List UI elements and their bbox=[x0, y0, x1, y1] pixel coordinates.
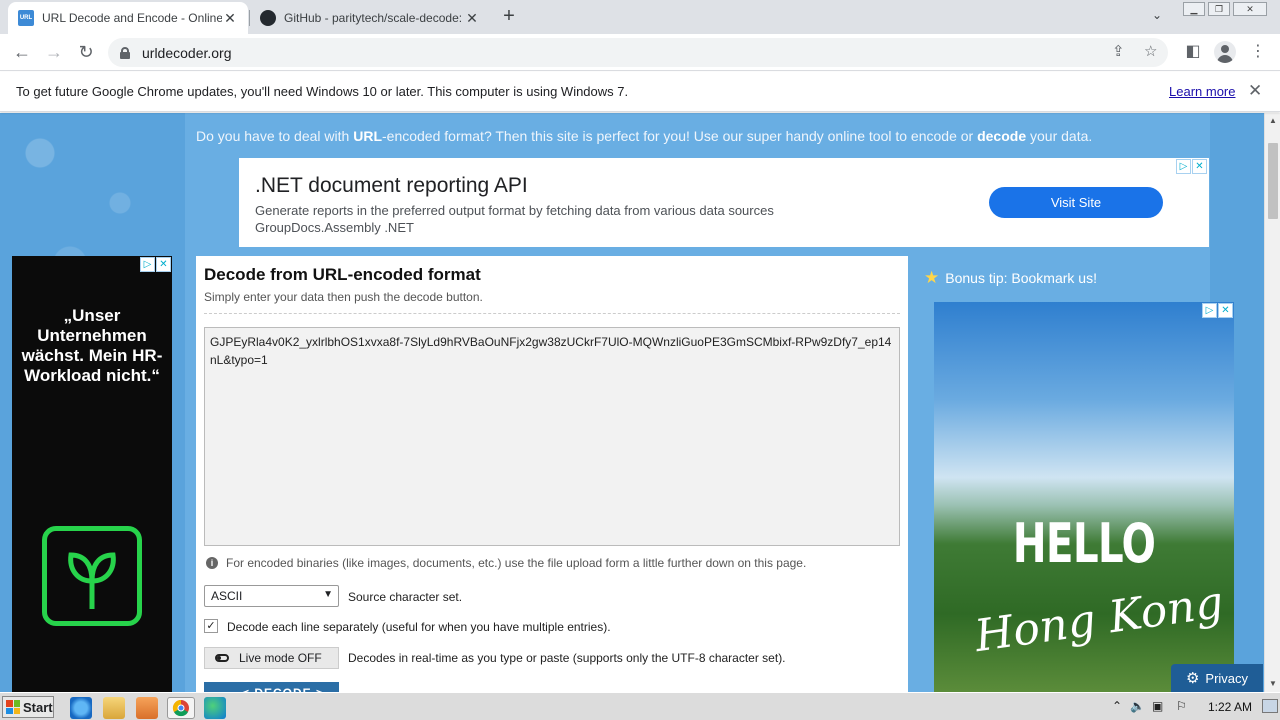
tab-urldecoder[interactable]: URL URL Decode and Encode - Online ✕ bbox=[8, 2, 248, 34]
tab-title: URL Decode and Encode - Online bbox=[42, 11, 222, 25]
ad-close-icon[interactable]: ✕ bbox=[1218, 303, 1233, 318]
tab-github[interactable]: GitHub - paritytech/scale-decode: De ✕ bbox=[250, 2, 490, 34]
decode-each-line-label: Decode each line separately (useful for … bbox=[227, 620, 611, 634]
chrome-taskbar-button[interactable] bbox=[167, 697, 195, 719]
binary-info: i For encoded binaries (like images, doc… bbox=[206, 556, 806, 570]
infobar-message: To get future Google Chrome updates, you… bbox=[16, 84, 629, 99]
page-title: Decode from URL-encoded format bbox=[204, 265, 481, 284]
star-icon: ★ bbox=[924, 268, 940, 287]
menu-icon[interactable]: ⋮ bbox=[1246, 41, 1270, 61]
visit-site-button[interactable]: Visit Site bbox=[989, 187, 1163, 218]
right-ad-banner[interactable]: ▷ ✕ HELLO Hong Kong bbox=[934, 302, 1234, 692]
windows-logo-icon bbox=[6, 700, 20, 714]
github-icon bbox=[260, 10, 276, 26]
scroll-thumb[interactable] bbox=[1268, 143, 1278, 219]
close-infobar-icon[interactable]: ✕ bbox=[1248, 81, 1262, 101]
scroll-up-icon[interactable]: ▲ bbox=[1265, 113, 1280, 129]
page-subtitle: Simply enter your data then push the dec… bbox=[204, 290, 483, 304]
url-text: urldecoder.org bbox=[142, 44, 232, 61]
show-desktop-button[interactable] bbox=[1262, 699, 1278, 713]
ad-script-text: Hong Kong bbox=[971, 576, 1227, 663]
lock-icon[interactable] bbox=[120, 46, 130, 59]
file-explorer-icon[interactable] bbox=[103, 697, 125, 719]
tab-title: GitHub - paritytech/scale-decode: De bbox=[284, 11, 464, 25]
divider bbox=[204, 313, 900, 314]
minimize-button[interactable]: ▁ bbox=[1183, 2, 1205, 16]
profile-avatar[interactable] bbox=[1214, 41, 1236, 63]
gear-icon: ⚙ bbox=[1185, 670, 1200, 687]
restore-button[interactable]: ❐ bbox=[1208, 2, 1230, 16]
info-icon: i bbox=[206, 557, 218, 569]
windows-taskbar: Start ⌃ 🔈 ▣ ⚐ 1:22 AM bbox=[0, 692, 1280, 720]
share-icon[interactable]: ⇪ bbox=[1112, 42, 1125, 60]
live-mode-label: Decodes in real-time as you type or past… bbox=[348, 651, 786, 665]
media-player-icon[interactable] bbox=[136, 697, 158, 719]
start-button[interactable]: Start bbox=[2, 696, 54, 718]
flag-icon[interactable]: ⚐ bbox=[1176, 699, 1187, 713]
decode-input-textarea[interactable]: GJPEyRla4v0K2_yxlrlbhOS1xvxa8f-7SlyLd9hR… bbox=[204, 327, 900, 546]
new-tab-button[interactable]: + bbox=[498, 6, 520, 28]
toggle-icon bbox=[215, 654, 229, 662]
internet-explorer-icon[interactable] bbox=[70, 697, 92, 719]
decode-button[interactable]: < DECODE > bbox=[204, 682, 339, 692]
ad-headline: HELLO bbox=[1012, 512, 1156, 575]
tagline: Do you have to deal with URL-encoded for… bbox=[196, 128, 1093, 144]
ad-description: Generate reports in the preferred output… bbox=[255, 203, 774, 235]
privacy-button[interactable]: ⚙ Privacy bbox=[1171, 664, 1263, 692]
decoder-panel: Decode from URL-encoded format Simply en… bbox=[196, 256, 908, 692]
volume-icon[interactable]: 🔈 bbox=[1130, 699, 1145, 713]
close-tab-icon[interactable]: ✕ bbox=[222, 10, 238, 26]
page-content: Do you have to deal with URL-encoded for… bbox=[0, 113, 1264, 692]
scroll-down-icon[interactable]: ▼ bbox=[1265, 676, 1280, 692]
ad-close-icon[interactable]: ✕ bbox=[156, 257, 171, 272]
close-tab-icon[interactable]: ✕ bbox=[464, 10, 480, 26]
side-panel-icon[interactable]: ◧ bbox=[1181, 41, 1205, 61]
ad-slogan: „Unser Unternehmen wächst. Mein HR-Workl… bbox=[21, 306, 163, 385]
top-ad-banner[interactable]: ▷ ✕ .NET document reporting API Generate… bbox=[239, 158, 1209, 247]
left-ad-banner[interactable]: ▷ ✕ „Unser Unternehmen wächst. Mein HR-W… bbox=[12, 256, 172, 692]
plant-logo-icon bbox=[42, 526, 142, 626]
reload-button[interactable]: ↻ bbox=[74, 41, 98, 65]
adchoices-icon[interactable]: ▷ bbox=[1176, 159, 1191, 174]
update-infobar: To get future Google Chrome updates, you… bbox=[0, 72, 1280, 112]
learn-more-link[interactable]: Learn more bbox=[1169, 84, 1235, 99]
browser-toolbar: ← → ↻ urldecoder.org ⇪ ☆ ◧ ⋮ bbox=[0, 34, 1280, 71]
forward-button[interactable]: → bbox=[42, 41, 66, 65]
edge-icon[interactable] bbox=[204, 697, 226, 719]
tab-search-icon[interactable]: ⌄ bbox=[1152, 8, 1162, 22]
ad-close-icon[interactable]: ✕ bbox=[1192, 159, 1207, 174]
urldecoder-favicon-icon: URL bbox=[18, 10, 34, 26]
network-icon[interactable]: ▣ bbox=[1152, 699, 1163, 713]
chevron-down-icon: ▼ bbox=[323, 589, 333, 600]
decode-each-line-checkbox[interactable]: ✓ bbox=[204, 619, 218, 633]
tab-strip: URL URL Decode and Encode - Online ✕ Git… bbox=[0, 0, 1280, 34]
bookmark-star-icon[interactable]: ☆ bbox=[1144, 42, 1157, 60]
window-close-button[interactable]: ✕ bbox=[1233, 2, 1267, 16]
vertical-scrollbar[interactable]: ▲ ▼ bbox=[1264, 113, 1280, 692]
charset-label: Source character set. bbox=[348, 590, 463, 604]
adchoices-icon[interactable]: ▷ bbox=[1202, 303, 1217, 318]
clock[interactable]: 1:22 AM bbox=[1208, 700, 1252, 714]
live-mode-button[interactable]: Live mode OFF bbox=[204, 647, 339, 669]
tray-expand-icon[interactable]: ⌃ bbox=[1112, 699, 1122, 713]
back-button[interactable]: ← bbox=[10, 41, 34, 65]
address-bar[interactable]: urldecoder.org ⇪ ☆ bbox=[108, 38, 1168, 67]
bonus-tip: ★ Bonus tip: Bookmark us! bbox=[924, 268, 1097, 287]
adchoices-icon[interactable]: ▷ bbox=[140, 257, 155, 272]
charset-select[interactable]: ASCII ▼ bbox=[204, 585, 339, 607]
ad-title: .NET document reporting API bbox=[255, 174, 528, 197]
